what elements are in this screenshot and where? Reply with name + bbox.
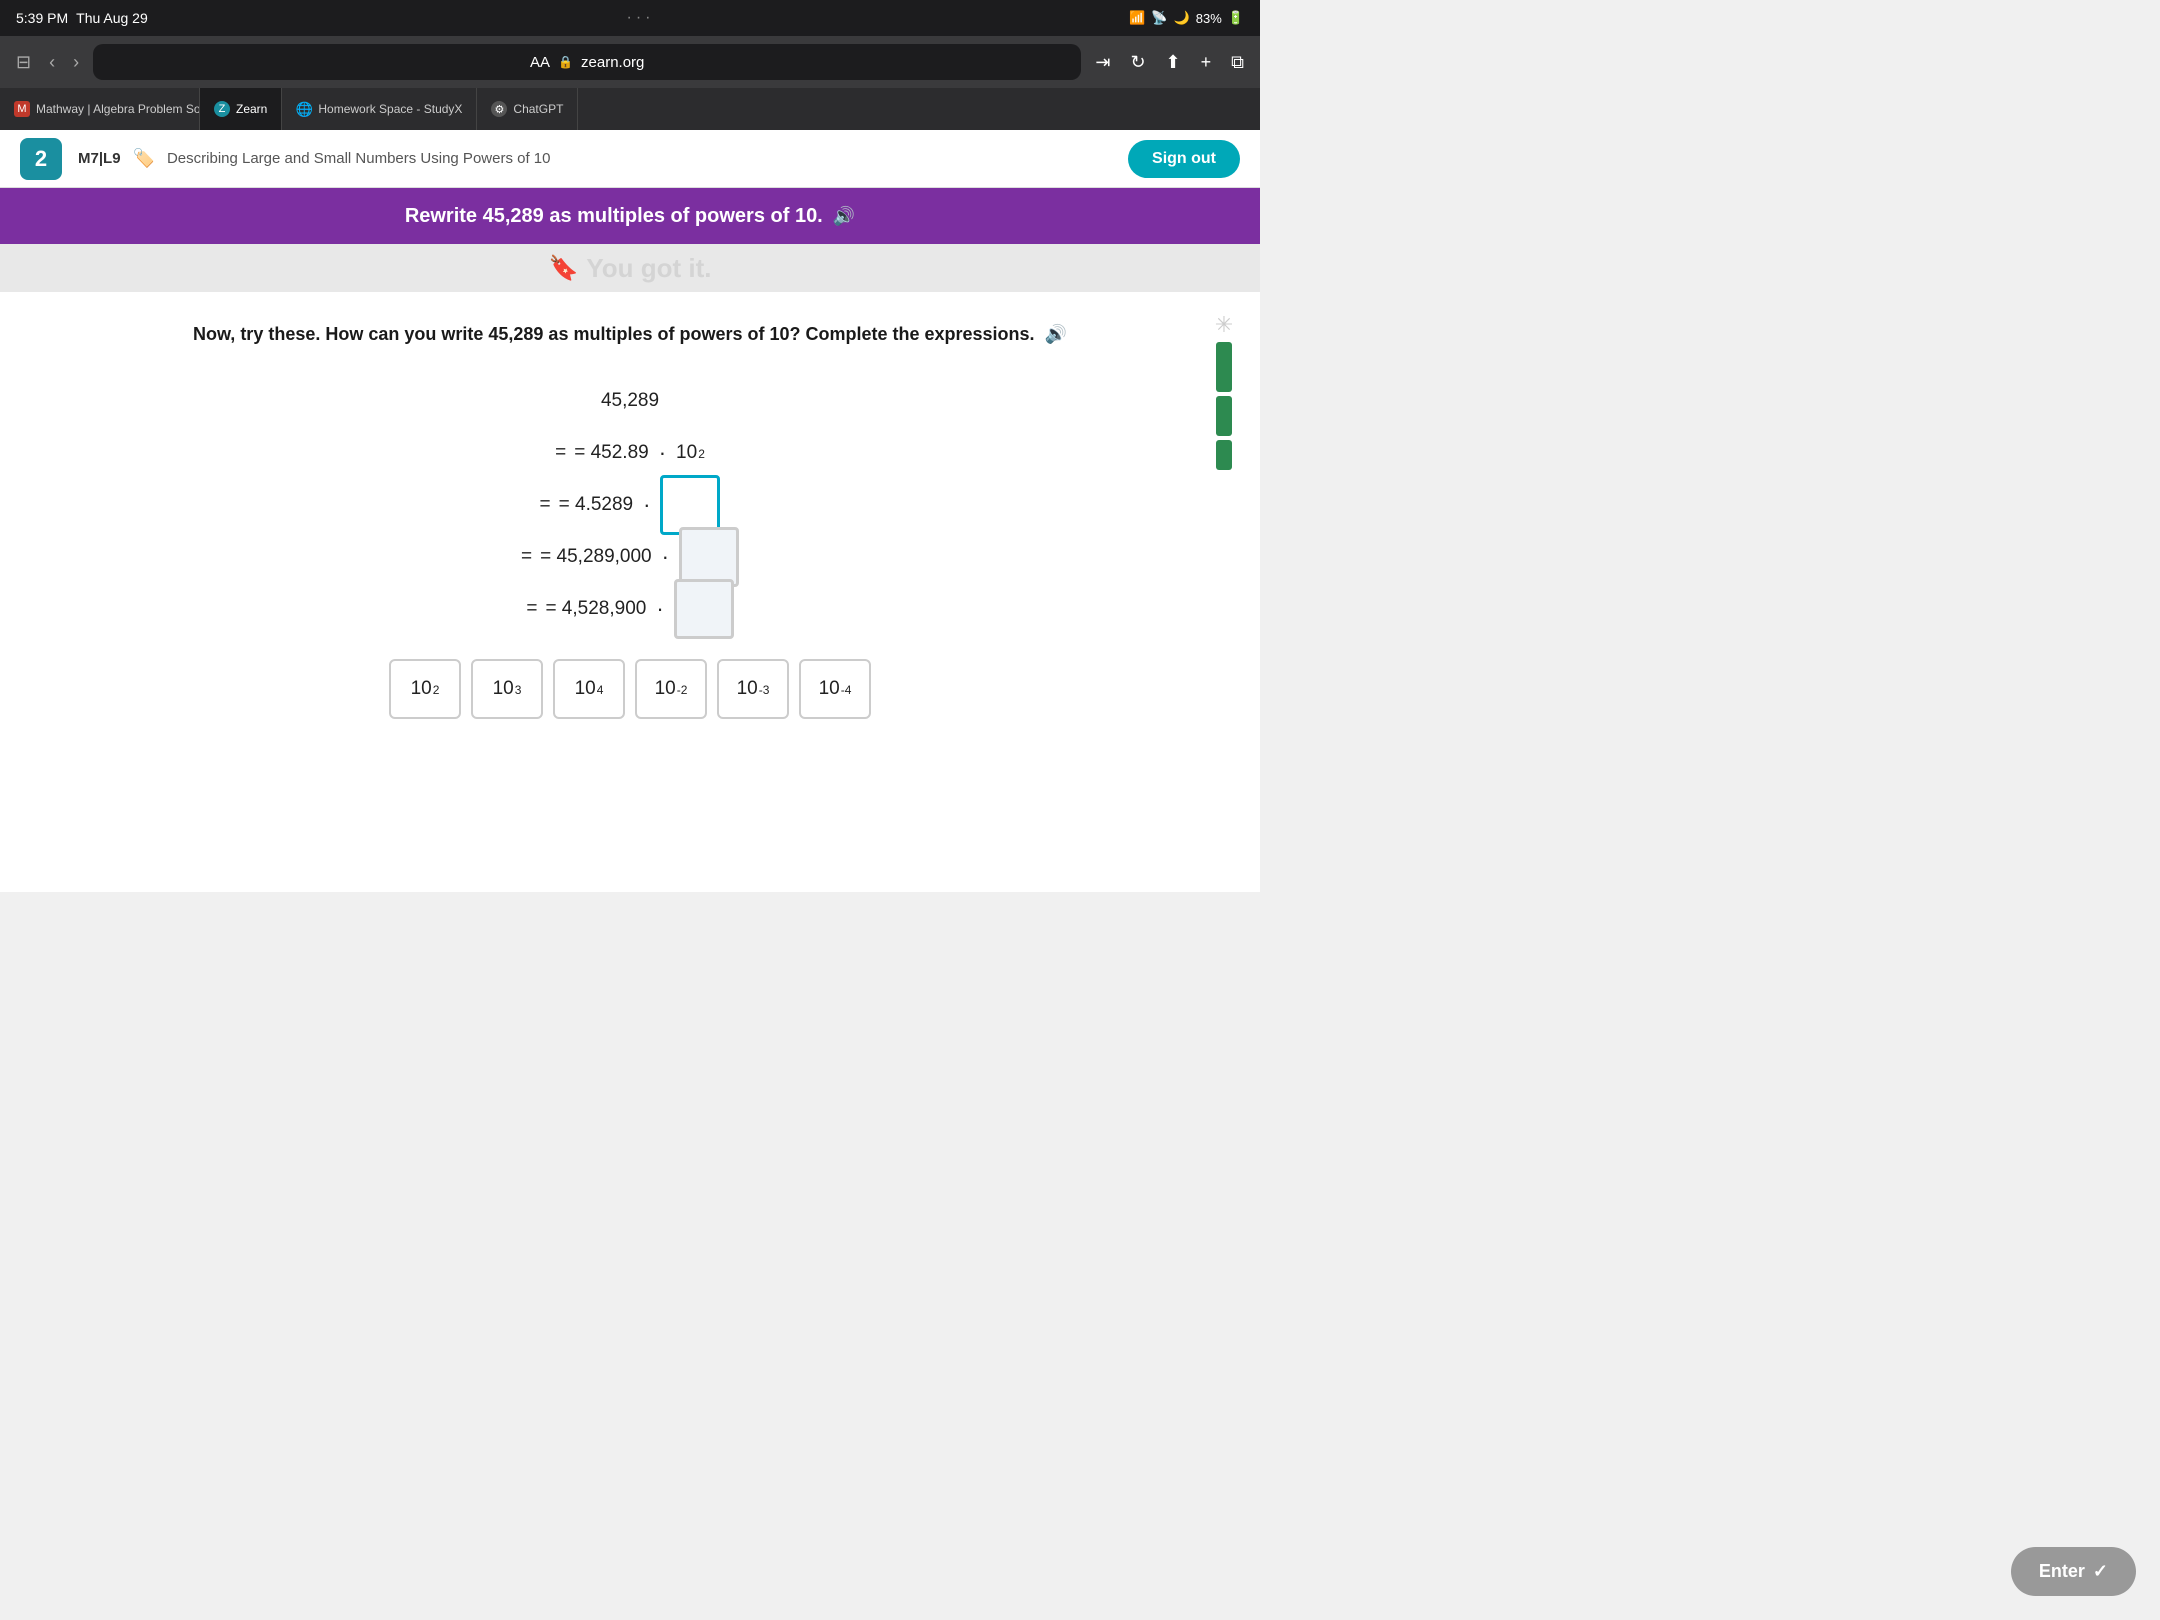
lesson-code: M7|L9: [78, 150, 121, 167]
success-bookmark-icon: 🔖: [548, 254, 578, 283]
zearn-logo: 2: [20, 138, 62, 180]
instruction-text: Now, try these. How can you write 45,289…: [60, 322, 1200, 347]
status-right: 📶 📡 🌙 83% 🔋: [1129, 10, 1244, 26]
battery: 83%: [1196, 11, 1222, 26]
battery-icon: 🔋: [1228, 10, 1244, 26]
tab-chatgpt-label: ChatGPT: [513, 102, 563, 116]
math-row-1: = = 452.89 · 102: [555, 427, 705, 479]
homework-icon: 🌐: [296, 101, 312, 117]
lesson-title: Describing Large and Small Numbers Using…: [167, 150, 551, 167]
row4-left: = 4,528,900: [545, 598, 646, 620]
wifi-icon: 📡: [1151, 10, 1167, 26]
deco-star: ✳: [1215, 312, 1233, 338]
tab-homework-label: Homework Space - StudyX: [318, 102, 462, 116]
tile-10-2[interactable]: 102: [389, 659, 461, 719]
moon-icon: 🌙: [1174, 10, 1190, 26]
math-row-2: = = 4.5289 ·: [540, 479, 721, 531]
answer-box-2[interactable]: [679, 527, 739, 587]
tabs-bar: M Mathway | Algebra Problem So... ✕ Z Ze…: [0, 88, 1260, 130]
got-it-text: You got it.: [586, 253, 711, 284]
tab-homework[interactable]: 🌐 Homework Space - StudyX: [282, 88, 477, 130]
tab-zearn[interactable]: Z Zearn: [200, 88, 282, 130]
signal-icon: 📶: [1129, 10, 1145, 26]
forward-button[interactable]: ›: [69, 48, 83, 77]
math-row-4: = = 4,528,900 ·: [526, 583, 733, 635]
row3-left: = 45,289,000: [540, 546, 651, 568]
banner-text: Rewrite 45,289 as multiples of powers of…: [405, 205, 823, 228]
tab-mathway-label: Mathway | Algebra Problem So...: [36, 102, 200, 116]
row1-power: 102: [676, 442, 705, 464]
browser-dots: ···: [627, 9, 651, 27]
tab-chatgpt[interactable]: ⚙ ChatGPT: [477, 88, 578, 130]
status-left: 5:39 PM Thu Aug 29: [16, 10, 148, 26]
time: 5:39 PM: [16, 10, 68, 26]
upload-button[interactable]: ⬆: [1162, 48, 1185, 77]
row2-left: = 4.5289: [559, 494, 634, 516]
math-row-3: = = 45,289,000 ·: [521, 531, 739, 583]
enter-check-icon: ✓: [2093, 1561, 2108, 1582]
back-button[interactable]: ‹: [45, 48, 59, 77]
status-bar: 5:39 PM Thu Aug 29 ··· 📶 📡 🌙 83% 🔋: [0, 0, 1260, 36]
side-decoration: ✳: [1204, 312, 1244, 470]
banner-sound-icon[interactable]: 🔊: [833, 206, 855, 227]
lesson-info: M7|L9 🏷️ Describing Large and Small Numb…: [78, 148, 1112, 169]
main-content: ✳ Now, try these. How can you write 45,2…: [0, 292, 1260, 892]
row1-left: = 452.89: [574, 442, 649, 464]
enter-button[interactable]: Enter ✓: [2011, 1547, 2136, 1596]
tile-10-neg2[interactable]: 10-2: [635, 659, 707, 719]
lesson-bookmark-icon: 🏷️: [133, 148, 155, 169]
mathway-icon: M: [14, 101, 30, 117]
address-bar[interactable]: AA 🔒 zearn.org: [93, 44, 1081, 80]
instruction-sound-icon[interactable]: 🔊: [1045, 324, 1067, 344]
aa-label: AA: [530, 54, 550, 71]
tile-10-neg3[interactable]: 10-3: [717, 659, 789, 719]
zearn-tab-icon: Z: [214, 101, 230, 117]
deco-bar-2: [1216, 396, 1232, 436]
enter-label: Enter: [2039, 1561, 2085, 1582]
deco-bar-3: [1216, 440, 1232, 470]
tile-10-4[interactable]: 104: [553, 659, 625, 719]
nav-bar: 2 M7|L9 🏷️ Describing Large and Small Nu…: [0, 130, 1260, 188]
main-number: 45,289: [601, 390, 659, 412]
lock-icon: 🔒: [558, 55, 573, 69]
sidebar-toggle[interactable]: ⊟: [12, 48, 35, 77]
browser-chrome: ⊟ ‹ › AA 🔒 zearn.org ⇥ ↻ ⬆ + ⧉: [0, 36, 1260, 88]
new-tab-button[interactable]: +: [1197, 48, 1216, 77]
answer-box-3[interactable]: [674, 579, 734, 639]
math-block: 45,289 = = 452.89 · 102 = = 4.5289 · = =…: [60, 375, 1200, 635]
answer-box-1[interactable]: [660, 475, 720, 535]
tab-zearn-label: Zearn: [236, 102, 267, 116]
tiles-container: 102 103 104 10-2 10-3 10-4: [60, 659, 1200, 719]
chatgpt-icon: ⚙: [491, 101, 507, 117]
url: zearn.org: [581, 54, 644, 71]
browser-actions: ⇥ ↻ ⬆ + ⧉: [1091, 48, 1248, 77]
instruction-main: Now, try these. How can you write 45,289…: [193, 324, 1035, 344]
math-row-number: 45,289: [601, 375, 659, 427]
purple-banner: Rewrite 45,289 as multiples of powers of…: [0, 188, 1260, 244]
tile-10-neg4[interactable]: 10-4: [799, 659, 871, 719]
date: Thu Aug 29: [76, 10, 148, 26]
reload-button[interactable]: ↻: [1126, 48, 1149, 77]
sign-out-button[interactable]: Sign out: [1128, 140, 1240, 178]
share-tab-button[interactable]: ⇥: [1091, 48, 1114, 77]
got-it-strip: 🔖 You got it.: [0, 244, 1260, 292]
tab-mathway[interactable]: M Mathway | Algebra Problem So... ✕: [0, 88, 200, 130]
tile-10-3[interactable]: 103: [471, 659, 543, 719]
deco-bar-1: [1216, 342, 1232, 392]
tabs-button[interactable]: ⧉: [1227, 48, 1248, 77]
